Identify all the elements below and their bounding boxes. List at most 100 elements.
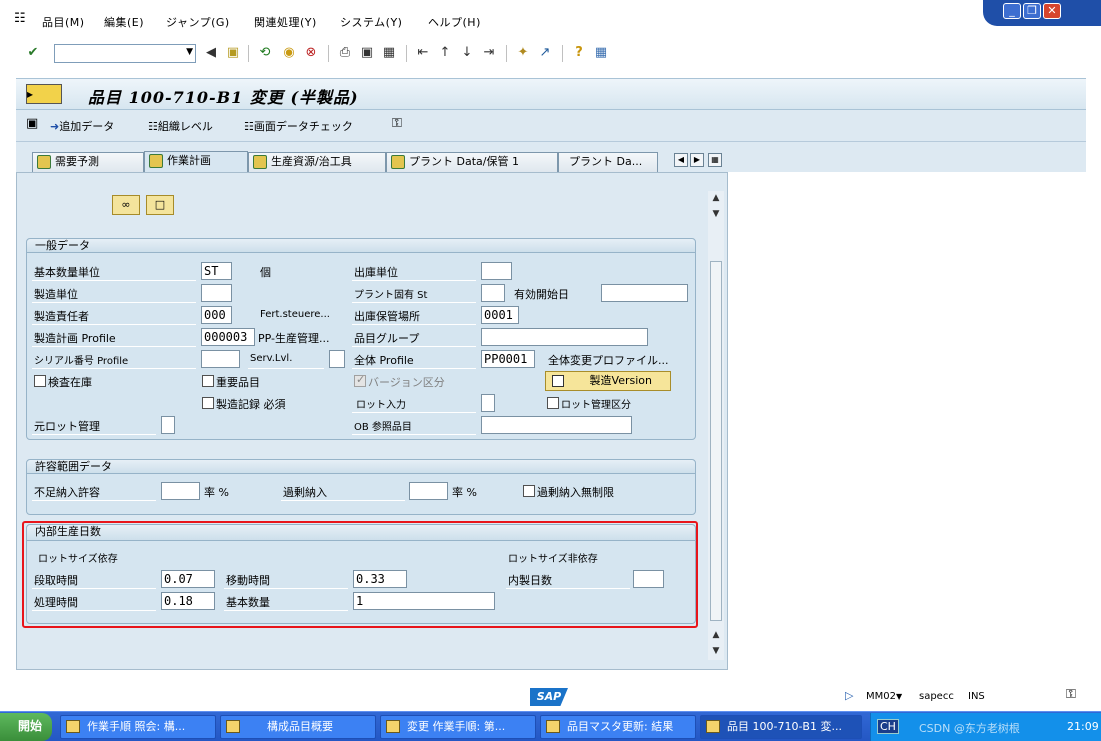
unlimited-overdelivery-checkbox[interactable] — [523, 485, 535, 497]
label-underline — [352, 302, 476, 303]
storage-loc-field[interactable]: 0001 — [481, 306, 519, 324]
label-underline — [352, 412, 476, 413]
save-icon[interactable]: ▣ — [224, 44, 242, 62]
new-session-icon[interactable]: ✦ — [514, 44, 532, 62]
scroll-down-icon[interactable]: ▼ — [708, 207, 724, 221]
tab-plant-data-2[interactable]: プラント Da... — [558, 152, 658, 172]
org-levels-button[interactable]: ☷組織レベル — [148, 118, 213, 134]
add-data-label: 追加データ — [59, 120, 115, 133]
tab-work-scheduling[interactable]: 作業計画 — [144, 151, 248, 173]
tab-label: 需要予測 — [55, 155, 99, 168]
command-field[interactable]: ▼ — [54, 44, 196, 63]
enter-icon[interactable]: ✔ — [24, 44, 42, 62]
tab-plant-data-1[interactable]: プラント Data/保管 1 — [386, 152, 558, 172]
tab-list-icon[interactable]: ▦ — [708, 153, 722, 167]
menu-goto[interactable]: ジャンプ(G) — [166, 14, 230, 30]
start-button[interactable]: 開始 — [0, 713, 52, 741]
taskbar-item-active[interactable]: 品目 100-710-B1 変... — [700, 715, 862, 739]
tab-prt[interactable]: 生産資源/治工具 — [248, 152, 386, 172]
doc-required-checkbox[interactable] — [202, 397, 214, 409]
glasses-icon[interactable]: ∞ — [112, 195, 140, 215]
back-icon[interactable]: ⟲ — [256, 44, 274, 62]
valid-from-field[interactable] — [601, 284, 688, 302]
language-indicator[interactable]: CH — [877, 719, 899, 734]
overdelivery-field[interactable] — [409, 482, 448, 500]
plant-status-field[interactable] — [481, 284, 505, 302]
label-underline — [352, 346, 476, 347]
check-data-label: 画面データチェック — [253, 120, 353, 133]
exit-icon[interactable]: ◉ — [280, 44, 298, 62]
tab-scroll-left-icon[interactable]: ◀ — [674, 153, 688, 167]
serv-level-field[interactable] — [329, 350, 345, 368]
check-data-button[interactable]: ☷画面データチェック — [244, 118, 353, 134]
batch-mgmt-checkbox[interactable] — [547, 397, 559, 409]
inspection-stock-checkbox[interactable] — [34, 375, 46, 387]
label-underline — [352, 324, 476, 325]
next-page-icon[interactable]: ↓ — [458, 44, 476, 62]
menu-gui-icon[interactable]: ▸ — [26, 84, 62, 104]
minimize-button[interactable]: _ — [1003, 3, 1021, 19]
inspection-stock-label: 検査在庫 — [48, 376, 92, 389]
first-page-icon[interactable]: ⇤ — [414, 44, 432, 62]
scroll-thumb[interactable] — [710, 261, 722, 621]
prod-profile-field[interactable]: 000003 — [201, 328, 255, 346]
find-next-icon[interactable]: ▦ — [380, 44, 398, 62]
issue-unit-field[interactable] — [481, 262, 512, 280]
material-group-field[interactable] — [481, 328, 648, 346]
other-material-icon[interactable]: ▣ — [26, 116, 38, 131]
print-icon[interactable]: ⎙ — [336, 44, 354, 62]
close-button[interactable]: ✕ — [1043, 3, 1061, 19]
taskbar-item[interactable]: 品目マスタ更新: 結果 — [540, 715, 696, 739]
taskbar-item-label: 品目マスタ更新: 結果 — [567, 720, 674, 733]
taskbar-item[interactable]: 変更 作業手順: 第... — [380, 715, 536, 739]
batch-entry-field[interactable] — [481, 394, 495, 412]
lock-icon[interactable]: ⚿ — [392, 116, 402, 131]
scroll-up-icon[interactable]: ▲ — [708, 628, 724, 642]
production-version-button[interactable]: 製造Version — [545, 371, 671, 391]
prod-supervisor-field[interactable]: 000 — [201, 306, 232, 324]
critical-part-checkbox[interactable] — [202, 375, 214, 387]
menu-material[interactable]: 品目(M) — [42, 14, 85, 30]
tab-forecasting[interactable]: 需要予測 — [32, 152, 144, 172]
collapse-icon[interactable]: ◀ — [202, 44, 220, 62]
tab-scroll-right-icon[interactable]: ▶ — [690, 153, 704, 167]
add-data-button[interactable]: ➜追加データ — [50, 118, 114, 134]
underdelivery-field[interactable] — [161, 482, 200, 500]
prod-unit-field[interactable] — [201, 284, 232, 302]
status-expand-icon[interactable]: ▷ — [845, 689, 853, 702]
overall-profile-label: 全体 Profile — [354, 354, 414, 367]
highlight-box — [22, 521, 698, 628]
last-page-icon[interactable]: ⇥ — [480, 44, 498, 62]
base-uom-field[interactable]: ST — [201, 262, 232, 280]
scroll-up-icon[interactable]: ▲ — [708, 191, 724, 205]
document-icon[interactable]: □ — [146, 195, 174, 215]
cancel-icon[interactable]: ⊗ — [302, 44, 320, 62]
menu-extras[interactable]: 関連処理(Y) — [254, 14, 317, 30]
ob-ref-field[interactable] — [481, 416, 632, 434]
label-underline — [32, 346, 196, 347]
chevron-down-icon[interactable]: ▼ — [896, 692, 902, 701]
base-uom-label: 基本数量単位 — [34, 266, 100, 279]
overall-profile-field[interactable]: PP0001 — [481, 350, 535, 368]
layout-menu-icon[interactable]: ▦ — [592, 44, 610, 62]
menu-system[interactable]: システム(Y) — [340, 14, 402, 30]
chevron-down-icon[interactable]: ▼ — [186, 47, 193, 57]
previous-page-icon[interactable]: ↑ — [436, 44, 454, 62]
taskbar-item[interactable]: 作業手順 照会: 構... — [60, 715, 216, 739]
ob-ref-label: OB 参照品目 — [354, 422, 412, 433]
vertical-scrollbar[interactable]: ▲ ▼ ▲ ▼ — [708, 191, 724, 660]
taskbar-item-label: 変更 作業手順: 第... — [407, 720, 506, 733]
restore-button[interactable]: ❐ — [1023, 3, 1041, 19]
shortcut-icon[interactable]: ↗ — [536, 44, 554, 62]
menu-help[interactable]: ヘルプ(H) — [428, 14, 481, 30]
serial-profile-field[interactable] — [201, 350, 240, 368]
taskbar-item[interactable]: 構成品目概要 — [220, 715, 376, 739]
material-group-label: 品目グループ — [354, 332, 420, 345]
window-menu-icon[interactable]: ☷ — [14, 11, 26, 26]
orig-batch-field[interactable] — [161, 416, 175, 434]
help-icon[interactable]: ? — [570, 44, 588, 62]
label-underline — [281, 500, 405, 501]
find-icon[interactable]: ▣ — [358, 44, 376, 62]
scroll-down-icon[interactable]: ▼ — [708, 644, 724, 658]
menu-edit[interactable]: 編集(E) — [104, 14, 144, 30]
